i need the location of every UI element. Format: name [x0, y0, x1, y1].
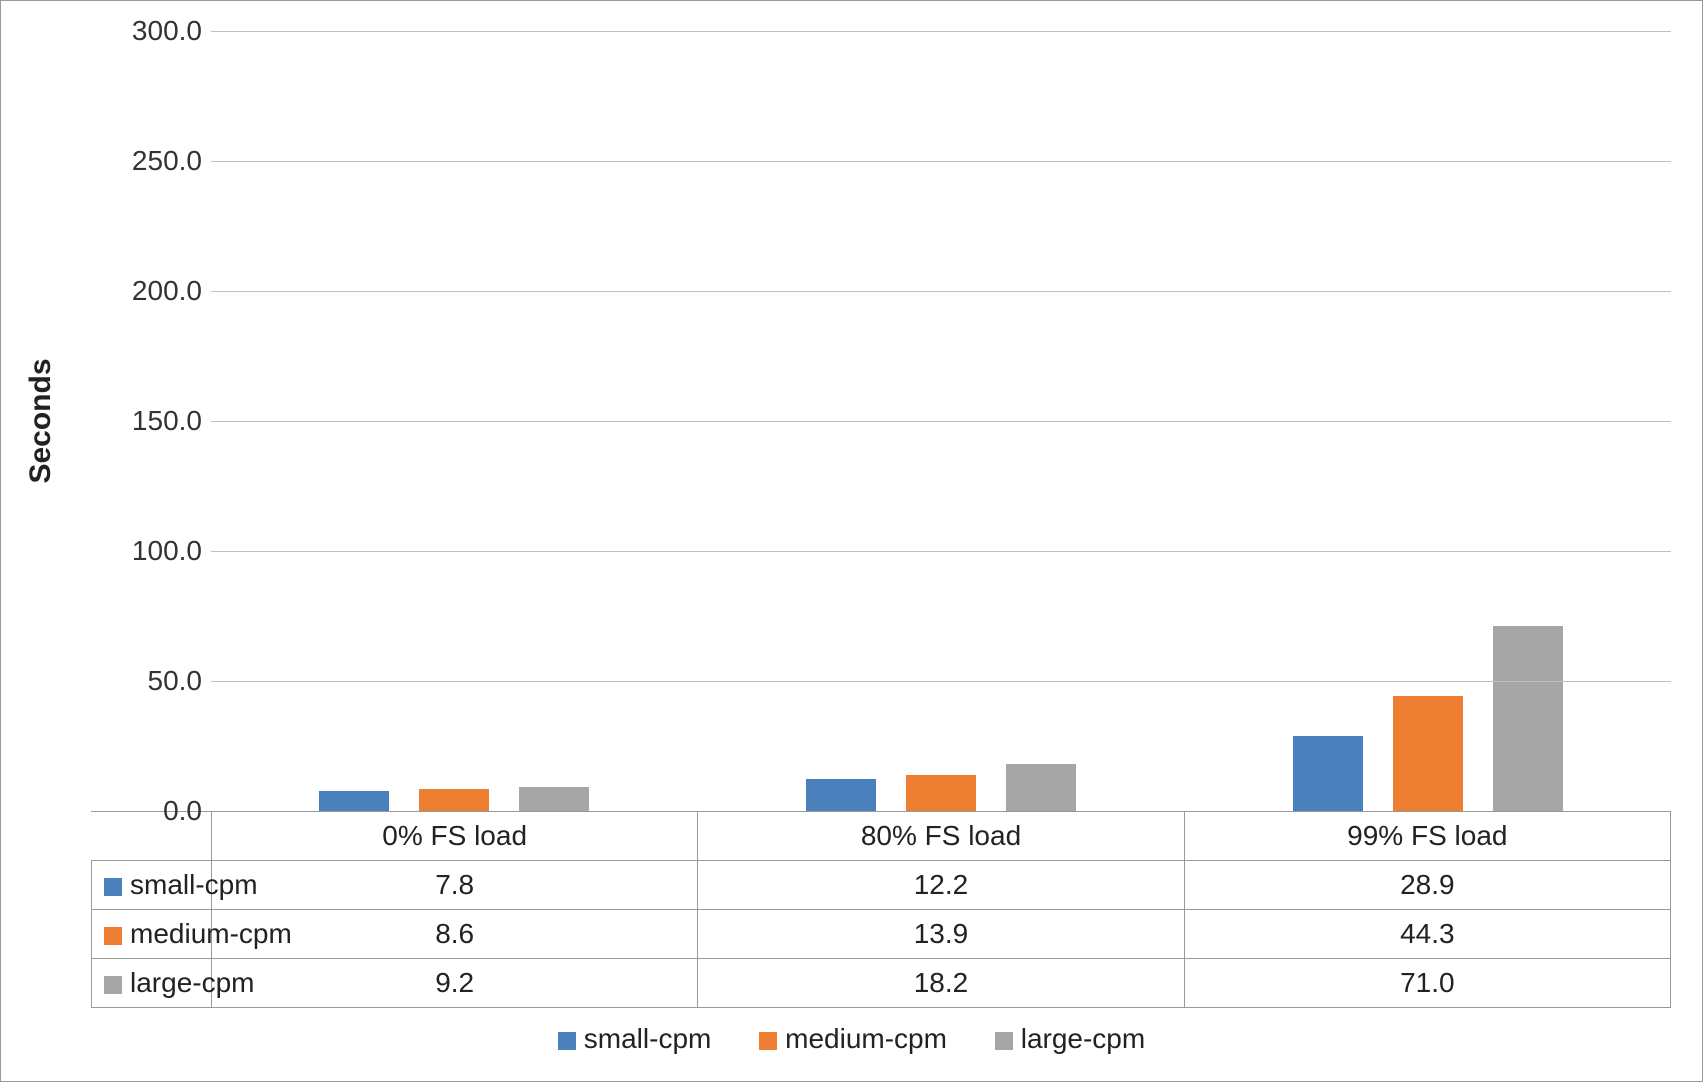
- table-rowhead: medium-cpm: [92, 910, 212, 959]
- table-cell: 18.2: [698, 959, 1184, 1008]
- gridline: [211, 31, 1671, 32]
- chart-container: Seconds 0% FS load 80% FS load 99% FS lo…: [0, 0, 1703, 1082]
- plot-area: [211, 31, 1671, 811]
- gridline: [211, 421, 1671, 422]
- table-header-cell: 0% FS load: [212, 812, 698, 861]
- gridline: [211, 681, 1671, 682]
- legend: small-cpm medium-cpm large-cpm: [1, 1023, 1702, 1055]
- bar-medium-cpm: [1393, 696, 1463, 811]
- square-icon: [104, 927, 122, 945]
- bar-large-cpm: [519, 787, 589, 811]
- square-icon: [104, 878, 122, 896]
- y-tick-label: 200.0: [102, 275, 202, 307]
- legend-item: medium-cpm: [759, 1023, 947, 1055]
- bar-medium-cpm: [906, 775, 976, 811]
- bar-medium-cpm: [419, 789, 489, 811]
- y-tick-label: 250.0: [102, 145, 202, 177]
- table-rowhead: small-cpm: [92, 861, 212, 910]
- square-icon: [759, 1032, 777, 1050]
- y-tick-label: 150.0: [102, 405, 202, 437]
- table-rowhead: large-cpm: [92, 959, 212, 1008]
- table-header-cell: 99% FS load: [1184, 812, 1670, 861]
- gridline: [211, 161, 1671, 162]
- table-header-cell: 80% FS load: [698, 812, 1184, 861]
- y-tick-label: 0.0: [102, 795, 202, 827]
- table-header-row: 0% FS load 80% FS load 99% FS load: [92, 812, 1671, 861]
- legend-label: small-cpm: [584, 1023, 712, 1054]
- table-row: medium-cpm 8.6 13.9 44.3: [92, 910, 1671, 959]
- table-cell: 12.2: [698, 861, 1184, 910]
- gridline: [211, 291, 1671, 292]
- row-label: medium-cpm: [130, 918, 292, 949]
- table-row: large-cpm 9.2 18.2 71.0: [92, 959, 1671, 1008]
- legend-label: large-cpm: [1021, 1023, 1145, 1054]
- legend-label: medium-cpm: [785, 1023, 947, 1054]
- table-cell: 7.8: [212, 861, 698, 910]
- bar-small-cpm: [1293, 736, 1363, 811]
- data-table: 0% FS load 80% FS load 99% FS load small…: [91, 811, 1671, 1008]
- table-cell: 71.0: [1184, 959, 1670, 1008]
- table-cell: 28.9: [1184, 861, 1670, 910]
- square-icon: [558, 1032, 576, 1050]
- table-row: small-cpm 7.8 12.2 28.9: [92, 861, 1671, 910]
- bar-large-cpm: [1006, 764, 1076, 811]
- table-cell: 9.2: [212, 959, 698, 1008]
- square-icon: [995, 1032, 1013, 1050]
- y-tick-label: 300.0: [102, 15, 202, 47]
- gridline: [211, 551, 1671, 552]
- y-tick-label: 100.0: [102, 535, 202, 567]
- table-cell: 44.3: [1184, 910, 1670, 959]
- bar-small-cpm: [806, 779, 876, 811]
- row-label: small-cpm: [130, 869, 258, 900]
- y-axis-label: Seconds: [24, 358, 58, 483]
- bar-large-cpm: [1493, 626, 1563, 811]
- legend-item: large-cpm: [995, 1023, 1145, 1055]
- square-icon: [104, 976, 122, 994]
- bar-small-cpm: [319, 791, 389, 811]
- table-cell: 13.9: [698, 910, 1184, 959]
- row-label: large-cpm: [130, 967, 254, 998]
- legend-item: small-cpm: [558, 1023, 712, 1055]
- y-tick-label: 50.0: [102, 665, 202, 697]
